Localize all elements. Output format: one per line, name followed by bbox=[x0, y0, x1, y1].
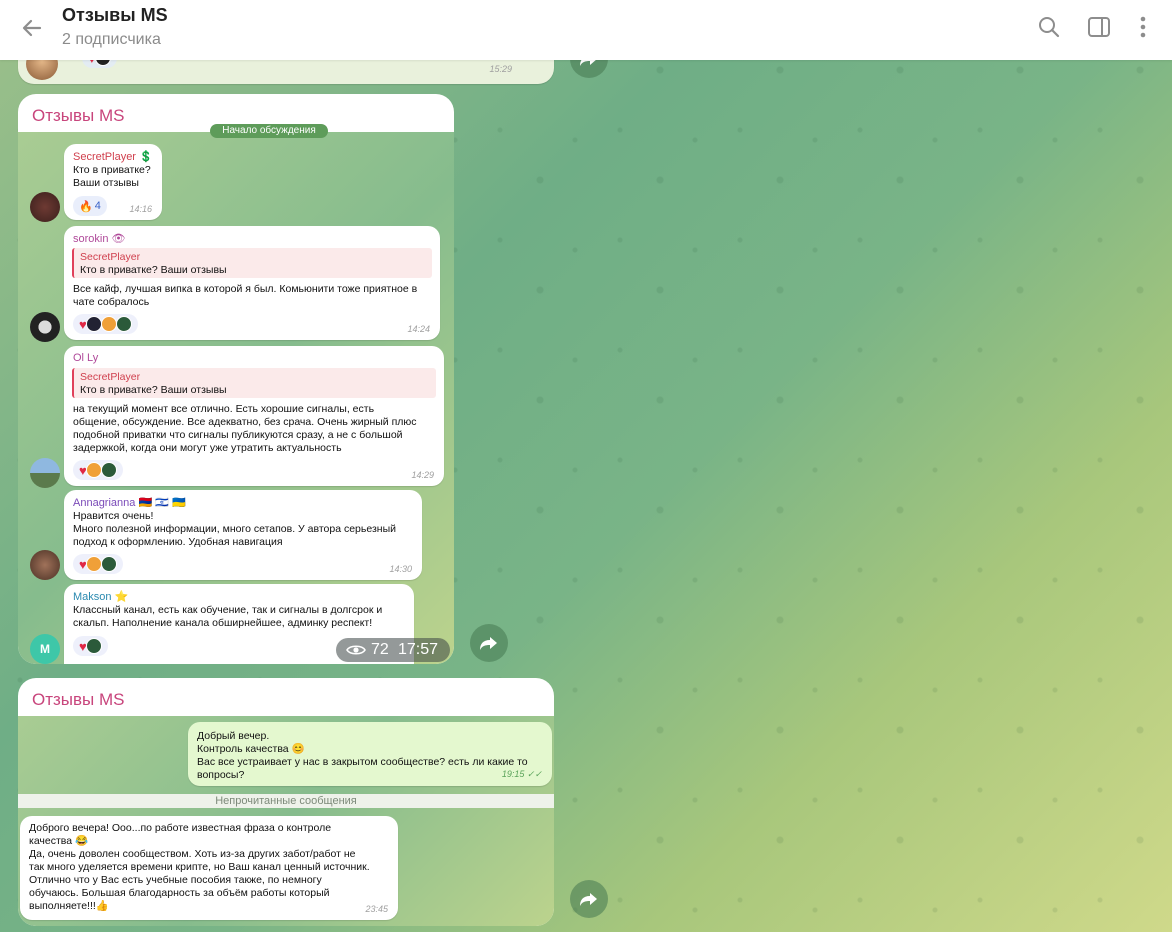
message-text: Классный канал, есть как обучение, так и… bbox=[73, 604, 383, 629]
unread-divider: Непрочитанные сообщения bbox=[18, 794, 554, 808]
eye-icon bbox=[346, 645, 366, 655]
forward-icon bbox=[580, 893, 597, 906]
outgoing-message[interactable]: Добрый вечер. Контроль качества 😊 Вас вс… bbox=[188, 722, 552, 786]
sender-name[interactable]: Ol Ly bbox=[73, 352, 98, 364]
message-time: 23:45 bbox=[365, 904, 388, 914]
quote-author: SecretPlayer bbox=[80, 371, 141, 383]
view-count: 72 bbox=[371, 641, 389, 658]
message-text: Все кайф, лучшая випка в которой я был. … bbox=[73, 283, 418, 308]
message-time: 17:57 bbox=[398, 641, 439, 658]
reactions[interactable]: ♥ bbox=[73, 460, 123, 480]
message-time: 14:16 bbox=[129, 204, 152, 214]
avatar bbox=[30, 192, 60, 222]
avatar bbox=[30, 312, 60, 342]
reactions[interactable]: ♥ bbox=[73, 554, 123, 574]
incoming-message[interactable]: Доброго вечера! Ооо...по работе известна… bbox=[20, 816, 398, 920]
forward-icon bbox=[480, 637, 497, 650]
message-text: Доброго вечера! Ооо...по работе известна… bbox=[29, 822, 370, 912]
reactions[interactable]: ♥ bbox=[73, 636, 108, 656]
screenshot-chat-area: Начало обсуждения SecretPlayer 💲 Кто в п… bbox=[18, 124, 454, 664]
forwarded-screenshot-1[interactable]: Отзывы MS Начало обсуждения SecretPlayer… bbox=[18, 94, 454, 664]
sender-name[interactable]: sorokin 👁 bbox=[73, 232, 125, 245]
more-vertical-icon[interactable] bbox=[1130, 14, 1156, 40]
message-time: 14:24 bbox=[407, 324, 430, 334]
avatar: M bbox=[30, 634, 60, 664]
avatar bbox=[30, 458, 60, 488]
chat-title[interactable]: Отзывы MS bbox=[62, 5, 168, 26]
forward-button[interactable] bbox=[570, 880, 608, 918]
card-title: Отзывы MS bbox=[32, 690, 125, 709]
views-time-badge: 72 17:57 bbox=[336, 638, 450, 662]
discussion-start-label: Начало обсуждения bbox=[210, 124, 328, 138]
message-time: 14:30 bbox=[389, 564, 412, 574]
forwarded-screenshot-2[interactable]: Отзывы MS Добрый вечер. Контроль качеств… bbox=[18, 678, 554, 926]
message-bubble[interactable]: SecretPlayer 💲 Кто в приватке? Ваши отзы… bbox=[64, 144, 162, 220]
reaction-count: 4 bbox=[94, 200, 101, 212]
subscriber-count: 2 подписчика bbox=[62, 31, 161, 48]
message-time: 14:29 bbox=[411, 470, 434, 480]
card-title: Отзывы MS bbox=[32, 106, 125, 125]
reactions[interactable]: ♥ bbox=[73, 314, 138, 334]
sidebar-toggle-icon[interactable] bbox=[1086, 14, 1112, 40]
sender-name[interactable]: SecretPlayer 💲 bbox=[73, 150, 153, 163]
reply-quote[interactable]: SecretPlayer Кто в приватке? Ваши отзывы bbox=[72, 248, 432, 278]
forward-button[interactable] bbox=[470, 624, 508, 662]
message-bubble[interactable]: Annagrianna 🇦🇲 🇮🇱 🇺🇦 Нравится очень! Мно… bbox=[64, 490, 422, 580]
back-arrow-icon[interactable] bbox=[18, 14, 46, 42]
sender-name[interactable]: Makson ⭐ bbox=[73, 590, 128, 603]
sender-name[interactable]: Annagrianna 🇦🇲 🇮🇱 🇺🇦 bbox=[73, 496, 186, 509]
avatar bbox=[30, 550, 60, 580]
reply-quote[interactable]: SecretPlayer Кто в приватке? Ваши отзывы bbox=[72, 368, 436, 398]
fire-icon: 🔥 bbox=[79, 200, 93, 213]
message-text: на текущий момент все отлично. Есть хоро… bbox=[73, 403, 417, 454]
message-bubble[interactable]: Ol Ly SecretPlayer Кто в приватке? Ваши … bbox=[64, 346, 444, 486]
quote-author: SecretPlayer bbox=[80, 251, 141, 263]
message-time: 19:15 ✓✓ bbox=[501, 769, 542, 779]
message-text: Добрый вечер. Контроль качества 😊 Вас вс… bbox=[197, 730, 528, 781]
search-icon[interactable] bbox=[1036, 14, 1062, 40]
screenshot-chat-area: Добрый вечер. Контроль качества 😊 Вас вс… bbox=[18, 716, 554, 926]
chat-header: Отзывы MS 2 подписчика bbox=[0, 0, 1172, 60]
message-text: Кто в приватке? Ваши отзывы bbox=[73, 164, 151, 189]
message-bubble[interactable]: sorokin 👁 SecretPlayer Кто в приватке? В… bbox=[64, 226, 440, 340]
reactions[interactable]: 🔥 4 bbox=[73, 196, 107, 216]
quote-text: Кто в приватке? Ваши отзывы bbox=[80, 264, 227, 276]
quote-text: Кто в приватке? Ваши отзывы bbox=[80, 384, 227, 396]
message-text: Нравится очень! Много полезной информаци… bbox=[73, 510, 396, 548]
message-time: 15:29 bbox=[489, 64, 512, 74]
